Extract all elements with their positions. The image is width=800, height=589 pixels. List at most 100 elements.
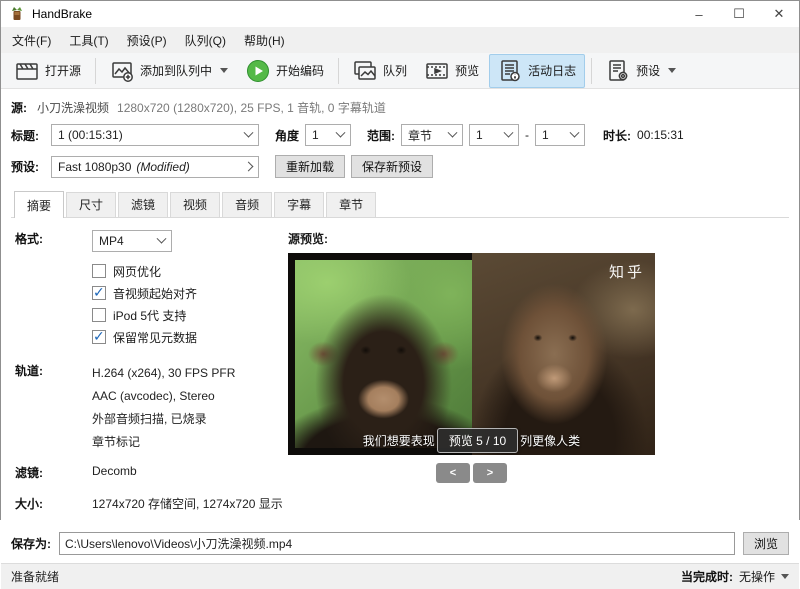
menu-tools[interactable]: 工具(T) bbox=[60, 28, 117, 53]
chevron-down-icon bbox=[244, 127, 254, 137]
add-photo-icon bbox=[110, 59, 134, 83]
keep-metadata-label: 保留常见元数据 bbox=[113, 329, 197, 346]
open-source-button[interactable]: 打开源 bbox=[7, 55, 89, 87]
add-to-queue-label: 添加到队列中 bbox=[140, 62, 212, 79]
source-label: 源: bbox=[11, 99, 27, 116]
tab-audio[interactable]: 音频 bbox=[222, 192, 272, 217]
chevron-down-icon bbox=[157, 233, 167, 243]
chevron-down-icon bbox=[448, 127, 458, 137]
menu-bar: 文件(F) 工具(T) 预设(P) 队列(Q) 帮助(H) bbox=[1, 27, 799, 53]
format-select[interactable]: MP4 bbox=[92, 230, 172, 252]
save-as-row: 保存为: C:\Users\lenovo\Videos\小刀洗澡视频.mp4 浏… bbox=[1, 526, 799, 563]
title-select[interactable]: 1 (00:15:31) bbox=[51, 124, 259, 146]
filters-label: 滤镜: bbox=[15, 464, 92, 481]
format-options: 网页优化 音视频起始对齐 iPod 5代 支持 保留常见元数据 bbox=[92, 260, 288, 348]
preset-select[interactable]: Fast 1080p30 (Modified) bbox=[51, 156, 259, 178]
range-to-value: 1 bbox=[542, 128, 549, 142]
menu-queue[interactable]: 队列(Q) bbox=[176, 28, 235, 53]
save-new-preset-button[interactable]: 保存新预设 bbox=[351, 155, 433, 178]
tab-summary[interactable]: 摘要 bbox=[14, 191, 64, 218]
browse-button[interactable]: 浏览 bbox=[743, 532, 789, 555]
tab-dimensions[interactable]: 尺寸 bbox=[66, 192, 116, 217]
tracks-row: 轨道: H.264 (x264), 30 FPS PFR AAC (avcode… bbox=[15, 362, 288, 454]
tab-subtitles[interactable]: 字幕 bbox=[274, 192, 324, 217]
window-title: HandBrake bbox=[32, 7, 679, 21]
checkbox-checked-icon[interactable] bbox=[92, 330, 106, 344]
menu-presets[interactable]: 预设(P) bbox=[118, 28, 176, 53]
menu-help[interactable]: 帮助(H) bbox=[235, 28, 294, 53]
next-preview-button[interactable]: > bbox=[473, 463, 507, 483]
close-button[interactable]: ✕ bbox=[759, 1, 799, 27]
size-row: 大小: 1274x720 存储空间, 1274x720 显示 bbox=[15, 495, 288, 512]
source-name: 小刀洗澡视频 bbox=[37, 99, 109, 116]
queue-button[interactable]: 队列 bbox=[345, 55, 415, 87]
output-path-input[interactable]: C:\Users\lenovo\Videos\小刀洗澡视频.mp4 bbox=[59, 532, 735, 555]
filters-row: 滤镜: Decomb bbox=[15, 464, 288, 481]
toolbar: 打开源 添加到队列中 开始编码 队列 预览 bbox=[1, 53, 799, 89]
start-encode-button[interactable]: 开始编码 bbox=[238, 55, 332, 87]
play-icon bbox=[246, 59, 270, 83]
presets-button[interactable]: 预设 bbox=[598, 55, 684, 87]
reload-preset-button[interactable]: 重新加载 bbox=[275, 155, 345, 178]
checkbox-unchecked-icon[interactable] bbox=[92, 264, 106, 278]
save-as-label: 保存为: bbox=[11, 535, 51, 552]
add-to-queue-button[interactable]: 添加到队列中 bbox=[102, 55, 236, 87]
preview-label: 预览 bbox=[455, 62, 479, 79]
preview-heading: 源预览: bbox=[288, 230, 789, 247]
web-optimized-label: 网页优化 bbox=[113, 263, 161, 280]
chevron-down-icon bbox=[220, 68, 228, 73]
activity-log-button[interactable]: 活动日志 bbox=[489, 54, 585, 88]
summary-settings-column: 格式: MP4 网页优化 音视频起始对齐 iPod 5代 支持 bbox=[15, 230, 288, 526]
preview-button[interactable]: 预览 bbox=[417, 55, 487, 87]
handbrake-logo-icon bbox=[9, 6, 25, 22]
range-from-value: 1 bbox=[476, 128, 483, 142]
range-label: 范围: bbox=[367, 127, 395, 144]
preview-nav: < > bbox=[288, 463, 655, 483]
status-bar: 准备就绪 当完成时: 无操作 bbox=[1, 563, 799, 589]
subtitle-right-text: 列更像人类 bbox=[520, 432, 580, 449]
chevron-down-icon bbox=[668, 68, 676, 73]
photo-stack-icon bbox=[353, 59, 377, 83]
previous-preview-button[interactable]: < bbox=[436, 463, 470, 483]
format-value: MP4 bbox=[99, 234, 124, 248]
angle-label: 角度 bbox=[275, 127, 299, 144]
track-foreign-audio: 外部音频扫描, 已烧录 bbox=[92, 408, 235, 431]
title-selection-row: 标题: 1 (00:15:31) 角度 1 范围: 章节 1 - 1 时长: 0… bbox=[11, 124, 789, 146]
title-select-value: 1 (00:15:31) bbox=[58, 128, 123, 142]
size-label: 大小: bbox=[15, 495, 92, 512]
minimize-button[interactable]: – bbox=[679, 1, 719, 27]
chevron-down-icon bbox=[570, 127, 580, 137]
checkbox-checked-icon[interactable] bbox=[92, 286, 106, 300]
keep-metadata-option[interactable]: 保留常见元数据 bbox=[92, 326, 288, 348]
size-value: 1274x720 存储空间, 1274x720 显示 bbox=[92, 495, 283, 512]
summary-tab-panel: 格式: MP4 网页优化 音视频起始对齐 iPod 5代 支持 bbox=[11, 217, 789, 526]
chevron-down-icon bbox=[336, 127, 346, 137]
activity-log-label: 活动日志 bbox=[528, 62, 576, 79]
checkbox-unchecked-icon[interactable] bbox=[92, 308, 106, 322]
angle-select[interactable]: 1 bbox=[305, 124, 351, 146]
preview-photo-left-chimp bbox=[295, 260, 472, 448]
tab-filters[interactable]: 滤镜 bbox=[118, 192, 168, 217]
preview-counter-tooltip: 预览 5 / 10 bbox=[437, 428, 518, 453]
ipod-support-option[interactable]: iPod 5代 支持 bbox=[92, 304, 288, 326]
track-video: H.264 (x264), 30 FPS PFR bbox=[92, 362, 235, 385]
preview-photo-right-chimp bbox=[472, 253, 655, 455]
web-optimized-option[interactable]: 网页优化 bbox=[92, 260, 288, 282]
film-preview-icon bbox=[425, 59, 449, 83]
maximize-button[interactable]: ☐ bbox=[719, 1, 759, 27]
preset-modified-flag: (Modified) bbox=[136, 160, 189, 174]
when-done-control[interactable]: 当完成时: 无操作 bbox=[681, 568, 789, 585]
presets-label: 预设 bbox=[636, 62, 660, 79]
range-to-select[interactable]: 1 bbox=[535, 124, 585, 146]
menu-file[interactable]: 文件(F) bbox=[3, 28, 60, 53]
format-label: 格式: bbox=[15, 230, 92, 252]
align-av-start-option[interactable]: 音视频起始对齐 bbox=[92, 282, 288, 304]
subtitle-left-text: 我们想要表现 bbox=[363, 432, 435, 449]
range-type-select[interactable]: 章节 bbox=[401, 124, 463, 146]
tab-video[interactable]: 视频 bbox=[170, 192, 220, 217]
watermark-text: 知乎 bbox=[609, 261, 645, 282]
range-from-select[interactable]: 1 bbox=[469, 124, 519, 146]
tab-chapters[interactable]: 章节 bbox=[326, 192, 376, 217]
preview-image: 知乎 我们想要表现 预览 5 / 10 列更像人类 bbox=[288, 253, 655, 455]
source-preview-column: 源预览: 知乎 我们想要表现 预览 5 / 10 列更像人类 < > bbox=[288, 230, 789, 526]
